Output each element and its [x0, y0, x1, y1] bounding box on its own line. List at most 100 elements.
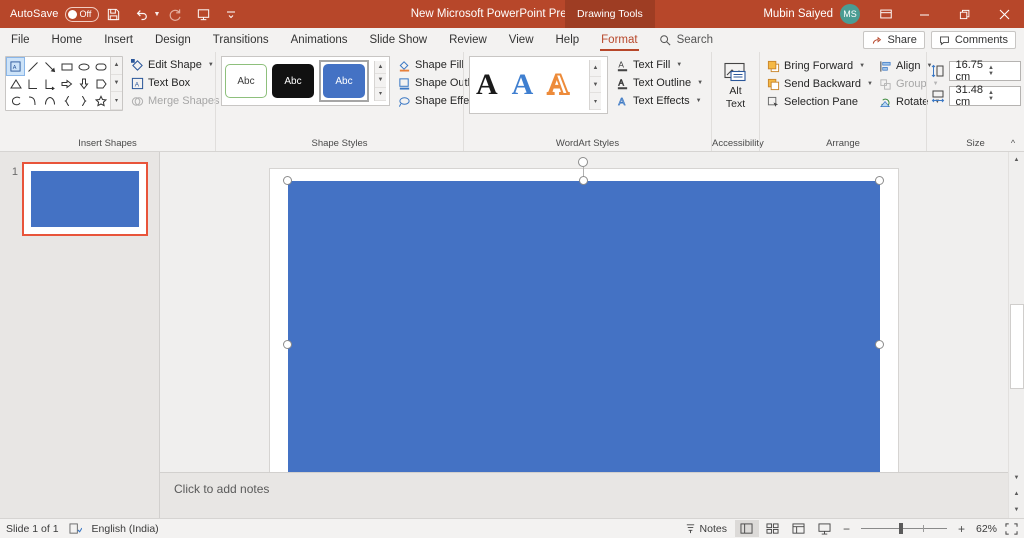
resize-handle-top-right[interactable]: [875, 176, 884, 185]
shape-arrow[interactable]: [41, 58, 58, 75]
fit-slide-to-window-icon[interactable]: [1005, 523, 1018, 535]
text-fill-button[interactable]: A Text Fill ▼: [614, 57, 705, 73]
wordart-scroll-up-icon[interactable]: ▲: [590, 60, 601, 77]
bring-forward-button[interactable]: Bring Forward ▼: [765, 58, 875, 74]
tab-design[interactable]: Design: [144, 28, 202, 52]
customize-quick-access-icon[interactable]: [218, 1, 244, 27]
zoom-slider[interactable]: [861, 528, 947, 529]
zoom-percentage[interactable]: 62%: [971, 523, 997, 535]
shape-scribble[interactable]: [7, 92, 24, 109]
alt-text-button[interactable]: Alt Text: [717, 58, 754, 110]
resize-handle-middle-left[interactable]: [283, 340, 292, 349]
shapes-scroll-up-icon[interactable]: ▲: [111, 57, 122, 75]
shape-star[interactable]: [92, 92, 109, 109]
shape-rectangle[interactable]: [58, 58, 75, 75]
tab-file[interactable]: File: [0, 28, 41, 52]
shape-down-arrow[interactable]: [75, 75, 92, 92]
wordart-styles-gallery[interactable]: A A A ▲ ▼ ▾: [469, 56, 608, 114]
send-backward-button[interactable]: Send Backward ▼: [765, 76, 875, 92]
text-effects-button[interactable]: A Text Effects ▼: [614, 93, 705, 109]
tab-help[interactable]: Help: [545, 28, 591, 52]
restore-button[interactable]: [944, 0, 984, 28]
shape-width-spinner[interactable]: ▲ ▼: [985, 91, 1018, 102]
shape-right-arrow[interactable]: [58, 75, 75, 92]
shape-styles-scroll-down-icon[interactable]: ▼: [375, 74, 386, 87]
shape-style-preset-3[interactable]: Abc: [323, 64, 365, 98]
shape-pentagon-arrow[interactable]: [92, 75, 109, 92]
redo-icon[interactable]: [162, 1, 188, 27]
text-effects-dropdown-icon[interactable]: ▼: [696, 98, 702, 104]
tab-view[interactable]: View: [498, 28, 545, 52]
tab-slide-show[interactable]: Slide Show: [359, 28, 439, 52]
resize-handle-middle-right[interactable]: [875, 340, 884, 349]
undo-icon[interactable]: [129, 1, 155, 27]
notes-toggle-button[interactable]: Notes: [679, 523, 733, 535]
resize-handle-top-center[interactable]: [579, 176, 588, 185]
text-outline-button[interactable]: A Text Outline ▼: [614, 75, 705, 91]
shapes-gallery-scroll[interactable]: ▲ ▼ ▾: [110, 57, 122, 110]
width-spin-down-icon[interactable]: ▼: [988, 97, 1018, 102]
shape-rounded-rectangle[interactable]: [92, 58, 109, 75]
shape-line[interactable]: [24, 58, 41, 75]
scroll-up-button[interactable]: ▲: [1009, 152, 1024, 168]
accessibility-check-icon[interactable]: [69, 523, 82, 535]
wordart-gallery-scroll[interactable]: ▲ ▼ ▾: [589, 60, 601, 110]
shape-styles-gallery[interactable]: Abc Abc Abc ▲ ▼ ▾: [221, 56, 390, 106]
shape-elbow-arrow-connector[interactable]: [41, 75, 58, 92]
shape-height-input[interactable]: 16.75 cm ▲ ▼: [949, 61, 1021, 81]
height-spin-down-icon[interactable]: ▼: [988, 72, 1018, 77]
shape-curve[interactable]: [24, 92, 41, 109]
close-button[interactable]: [984, 0, 1024, 28]
user-account[interactable]: Mubin Saiyed MS: [763, 4, 868, 24]
normal-view-button[interactable]: [735, 520, 759, 537]
wordart-scroll-down-icon[interactable]: ▼: [590, 77, 601, 94]
autosave-switch[interactable]: Off: [65, 7, 99, 22]
wordart-preset-3[interactable]: A: [547, 70, 569, 100]
shape-textbox[interactable]: A: [7, 58, 24, 75]
shape-width-input[interactable]: 31.48 cm ▲ ▼: [949, 86, 1021, 106]
zoom-in-button[interactable]: +: [954, 522, 969, 536]
slide-sorter-button[interactable]: [761, 520, 785, 537]
scroll-track[interactable]: [1009, 168, 1024, 470]
edit-shape-dropdown-icon[interactable]: ▼: [208, 62, 214, 68]
resize-handle-top-left[interactable]: [283, 176, 292, 185]
selection-pane-button[interactable]: Selection Pane: [765, 94, 875, 110]
send-backward-dropdown-icon[interactable]: ▼: [867, 81, 873, 87]
scroll-down-button[interactable]: ▼: [1009, 470, 1024, 486]
shape-styles-more-icon[interactable]: ▾: [375, 88, 386, 101]
shapes-scroll-down-icon[interactable]: ▼: [111, 75, 122, 93]
shape-right-brace[interactable]: [75, 92, 92, 109]
shape-elbow-connector[interactable]: [24, 75, 41, 92]
share-button[interactable]: Share: [863, 31, 924, 49]
shape-styles-scroll-up-icon[interactable]: ▲: [375, 61, 386, 74]
text-fill-dropdown-icon[interactable]: ▼: [676, 62, 682, 68]
language-indicator[interactable]: English (India): [92, 523, 159, 535]
slide-indicator[interactable]: Slide 1 of 1: [6, 523, 59, 535]
ribbon-display-options-icon[interactable]: [868, 0, 904, 28]
collapse-ribbon-button[interactable]: ^: [1006, 136, 1020, 150]
zoom-out-button[interactable]: −: [839, 522, 854, 536]
slide-thumbnail-pane[interactable]: 1: [0, 152, 160, 518]
shape-left-brace[interactable]: [58, 92, 75, 109]
bring-forward-dropdown-icon[interactable]: ▼: [859, 63, 865, 69]
zoom-knob[interactable]: [899, 523, 903, 534]
shapes-gallery-more-icon[interactable]: ▾: [111, 92, 122, 110]
tab-insert[interactable]: Insert: [93, 28, 144, 52]
tab-review[interactable]: Review: [438, 28, 498, 52]
start-slideshow-icon[interactable]: [190, 1, 216, 27]
previous-slide-button[interactable]: ▲: [1009, 486, 1024, 502]
shape-triangle[interactable]: [7, 75, 24, 92]
search-input[interactable]: Search: [649, 28, 723, 52]
tab-home[interactable]: Home: [41, 28, 94, 52]
rotation-handle[interactable]: [578, 157, 588, 167]
shape-height-spinner[interactable]: ▲ ▼: [985, 66, 1018, 77]
save-icon[interactable]: [101, 1, 127, 27]
tab-transitions[interactable]: Transitions: [202, 28, 280, 52]
shape-styles-scroll[interactable]: ▲ ▼ ▾: [374, 61, 386, 101]
wordart-preset-1[interactable]: A: [476, 70, 498, 100]
next-slide-button[interactable]: ▼: [1009, 502, 1024, 518]
text-outline-dropdown-icon[interactable]: ▼: [697, 80, 703, 86]
height-spin-up-icon[interactable]: ▲: [988, 66, 1018, 71]
shape-style-preset-1[interactable]: Abc: [225, 64, 267, 98]
notes-pane[interactable]: Click to add notes: [160, 472, 1008, 518]
